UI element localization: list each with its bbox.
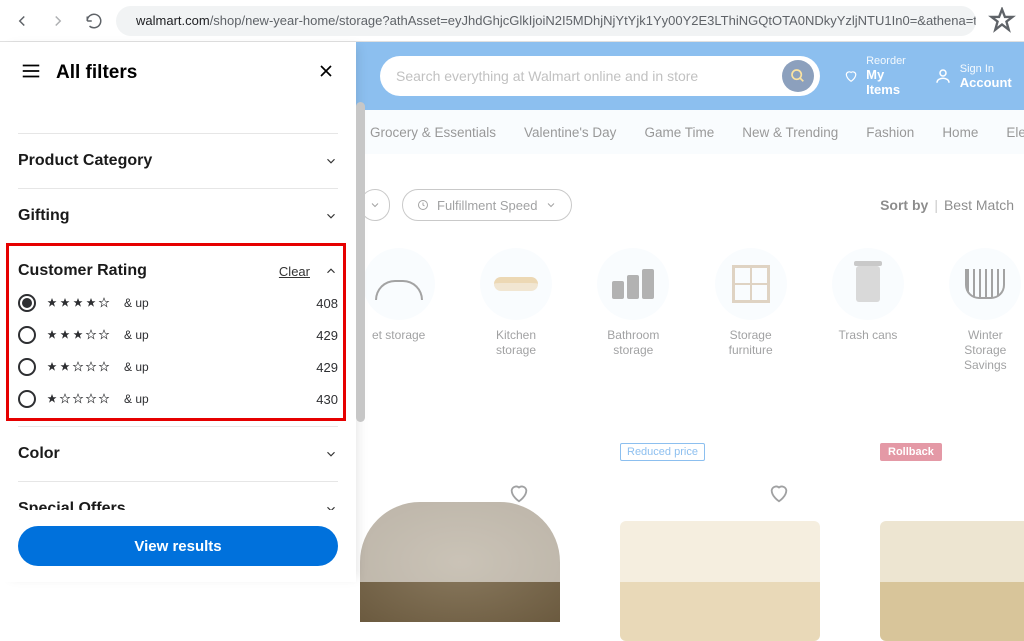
page: ReorderMy Items Sign InAccount Grocery &… [0, 42, 1024, 582]
browser-chrome: walmart.com/shop/new-year-home/storage?a… [0, 0, 1024, 42]
radio-button[interactable] [18, 358, 36, 376]
url-bar[interactable]: walmart.com/shop/new-year-home/storage?a… [116, 6, 976, 36]
section-product-category[interactable]: Product Category [18, 134, 338, 189]
filters-body: Product Category Gifting Customer Rating… [0, 104, 356, 510]
reload-button[interactable] [80, 7, 108, 35]
section-color[interactable]: Color [18, 427, 338, 482]
rating-count: 430 [316, 392, 338, 407]
close-button[interactable] [316, 61, 336, 86]
section-special-offers[interactable]: Special Offers [18, 482, 338, 510]
and-up-label: & up [124, 296, 149, 310]
star-rating [46, 329, 110, 341]
radio-button[interactable] [18, 326, 36, 344]
star-rating [46, 361, 110, 373]
star-rating [46, 393, 110, 405]
rating-option[interactable]: & up 429 [18, 326, 338, 344]
back-button[interactable] [8, 7, 36, 35]
forward-button[interactable] [44, 7, 72, 35]
chevron-down-icon [324, 154, 338, 168]
rating-count: 408 [316, 296, 338, 311]
and-up-label: & up [124, 392, 149, 406]
radio-button[interactable] [18, 390, 36, 408]
chevron-down-icon [324, 502, 338, 510]
view-results-button[interactable]: View results [18, 526, 338, 566]
section-gifting[interactable]: Gifting [18, 189, 338, 244]
truncated-section [18, 104, 338, 134]
section-title: Customer Rating [18, 262, 147, 280]
rating-count: 429 [316, 360, 338, 375]
and-up-label: & up [124, 328, 149, 342]
rating-option[interactable]: & up 429 [18, 358, 338, 376]
and-up-label: & up [124, 360, 149, 374]
filters-header: All filters [0, 42, 356, 104]
section-title: Product Category [18, 152, 152, 170]
rating-options: & up 408 & up 429 & up 429 & up 430 [18, 294, 338, 408]
chevron-up-icon [324, 264, 338, 278]
chevron-down-icon [324, 447, 338, 461]
section-header[interactable]: Customer Rating Clear [18, 262, 338, 280]
filters-footer: View results [0, 510, 356, 582]
bookmark-button[interactable] [988, 7, 1016, 35]
filters-title: All filters [56, 62, 302, 84]
rating-option[interactable]: & up 408 [18, 294, 338, 312]
section-title: Special Offers [18, 500, 126, 510]
radio-button[interactable] [18, 294, 36, 312]
filters-panel: All filters Product Category Gifting Cus… [0, 42, 356, 582]
section-customer-rating: Customer Rating Clear & up408& up429& up… [18, 244, 338, 427]
rating-count: 429 [316, 328, 338, 343]
section-title: Gifting [18, 207, 70, 225]
url-text: walmart.com/shop/new-year-home/storage?a… [136, 13, 976, 28]
scrollbar-thumb[interactable] [356, 102, 365, 422]
menu-icon [20, 60, 42, 87]
rating-option[interactable]: & up 430 [18, 390, 338, 408]
star-rating [46, 297, 110, 309]
clear-link[interactable]: Clear [279, 264, 310, 279]
chevron-down-icon [324, 209, 338, 223]
section-title: Color [18, 445, 60, 463]
